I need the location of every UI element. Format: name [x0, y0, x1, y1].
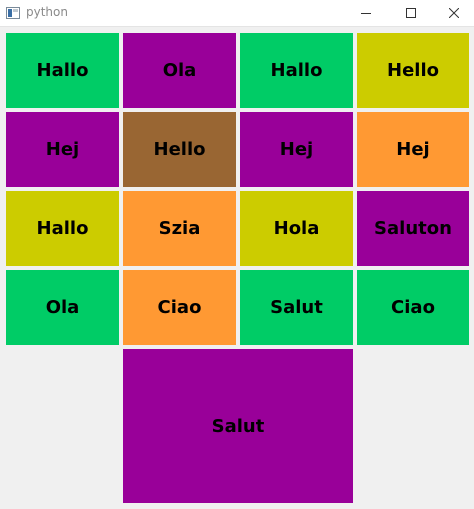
maximize-button[interactable]: [388, 0, 433, 26]
tile-label: Hallo: [36, 60, 89, 81]
tile-label: Hello: [387, 60, 439, 81]
tile-r3-c2: Salut: [240, 270, 353, 345]
tile-label: Ciao: [157, 297, 202, 318]
tile-r0-c2: Hallo: [240, 33, 353, 108]
tile-label: Szia: [158, 218, 201, 239]
tile-label: Saluton: [374, 218, 452, 239]
tile-label: Ola: [162, 60, 197, 81]
maximize-icon: [405, 8, 416, 18]
close-button[interactable]: [431, 0, 474, 26]
app-window: python Hallo Ola Hallo Hello Hej Hello H…: [0, 0, 474, 509]
tile-label: Ola: [45, 297, 80, 318]
tile-r3-c3: Ciao: [357, 270, 469, 345]
tile-r1-c3: Hej: [357, 112, 469, 187]
tile-label: Ciao: [391, 297, 435, 318]
tile-spanning: Salut: [123, 349, 353, 503]
tile-r2-c3: Saluton: [357, 191, 469, 266]
tile-r2-c1: Szia: [123, 191, 236, 266]
minimize-button[interactable]: [343, 0, 388, 26]
tile-label: Hallo: [36, 218, 89, 239]
tile-r1-c1: Hello: [123, 112, 236, 187]
app-icon: [6, 7, 20, 19]
window-title: python: [26, 5, 68, 19]
tile-r1-c0: Hej: [6, 112, 119, 187]
minimize-icon: [360, 13, 371, 14]
tile-r0-c3: Hello: [357, 33, 469, 108]
tile-label: Salut: [270, 297, 323, 318]
tile-label: Hallo: [270, 60, 323, 81]
tile-label: Hej: [279, 139, 314, 160]
title-bar[interactable]: python: [0, 0, 474, 27]
tile-grid: Hallo Ola Hallo Hello Hej Hello Hej Hej …: [0, 27, 474, 509]
tile-label: Hej: [45, 139, 80, 160]
tile-r0-c1: Ola: [123, 33, 236, 108]
close-icon: [448, 8, 459, 18]
tile-r1-c2: Hej: [240, 112, 353, 187]
tile-r3-c0: Ola: [6, 270, 119, 345]
tile-label: Hello: [153, 139, 206, 160]
tile-r0-c0: Hallo: [6, 33, 119, 108]
tile-label: Hola: [273, 218, 320, 239]
tile-label: Salut: [211, 415, 265, 437]
tile-label: Hej: [396, 139, 430, 160]
tile-r2-c0: Hallo: [6, 191, 119, 266]
tile-r2-c2: Hola: [240, 191, 353, 266]
tile-r3-c1: Ciao: [123, 270, 236, 345]
